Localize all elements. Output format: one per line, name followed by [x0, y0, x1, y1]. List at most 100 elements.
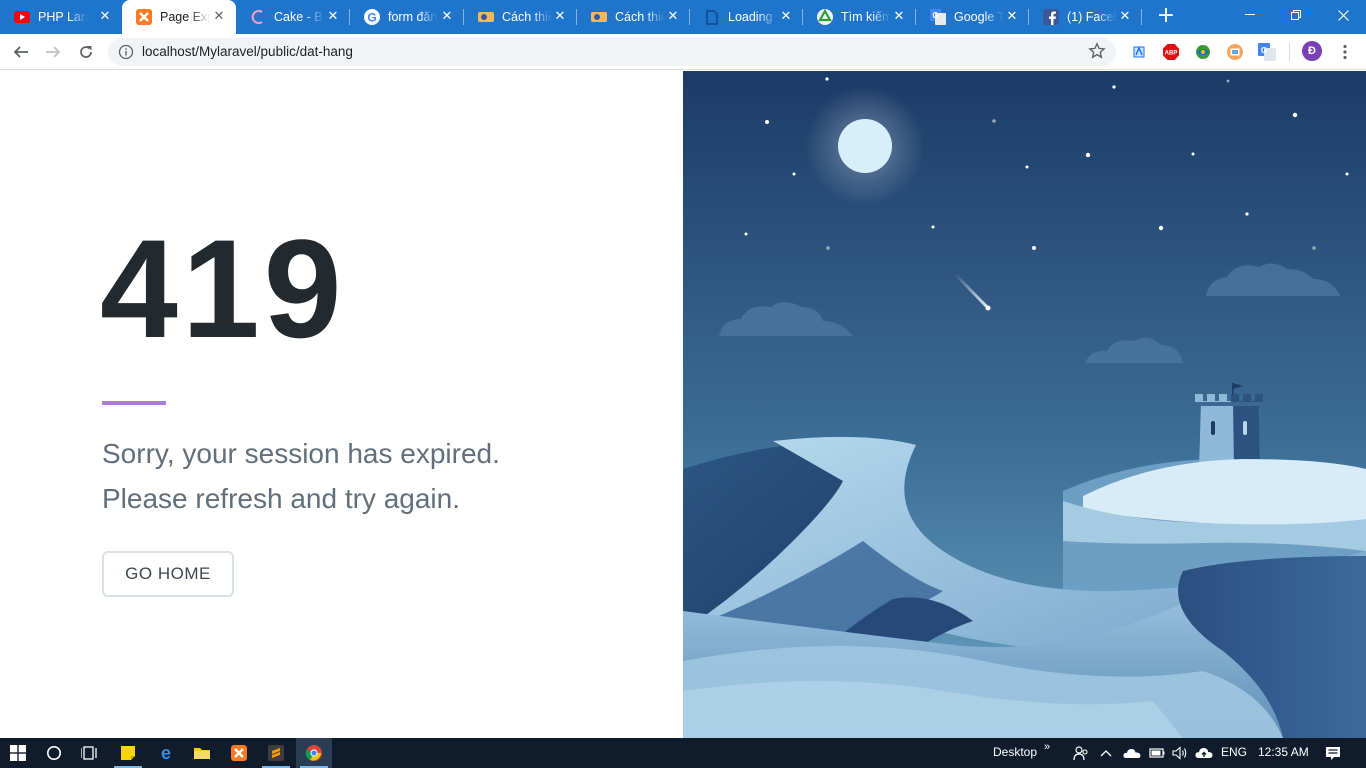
- svg-text:G: G: [932, 11, 938, 20]
- site-favicon-icon: [478, 9, 494, 25]
- tab-title: Loading ...: [728, 10, 778, 24]
- close-tab-icon[interactable]: ✕: [1118, 9, 1132, 23]
- tab-title: PHP Laravel: [38, 10, 88, 24]
- night-desert-illustration: [683, 71, 1366, 738]
- facebook-icon: [1043, 9, 1059, 25]
- task-view-button[interactable]: [72, 738, 108, 768]
- sticky-notes-icon: [121, 746, 135, 760]
- tab-cach-thiet-ke-1[interactable]: Cách thiết kế ✕: [464, 0, 577, 34]
- tab-google-translate[interactable]: G Google Translate ✕: [916, 0, 1029, 34]
- tab-loading[interactable]: Loading ... ✕: [690, 0, 803, 34]
- back-button[interactable]: [9, 40, 33, 64]
- new-tab-button[interactable]: +: [1156, 5, 1176, 27]
- double-chevron-icon[interactable]: »: [1044, 741, 1050, 753]
- forward-button[interactable]: [41, 40, 65, 64]
- tab-title: Google Translate: [954, 10, 1004, 24]
- extension-icon[interactable]: [1130, 43, 1148, 61]
- close-tab-icon[interactable]: ✕: [553, 9, 567, 23]
- url-text[interactable]: localhost/Mylaravel/public/dat-hang: [142, 44, 353, 59]
- tab-page-expired[interactable]: Page Expired ✕: [122, 0, 236, 34]
- close-tab-icon[interactable]: ✕: [326, 9, 340, 23]
- svg-text:G: G: [367, 11, 376, 25]
- arrow-right-icon: [46, 46, 61, 58]
- xampp-icon: [136, 9, 152, 25]
- search-button[interactable]: [36, 738, 72, 768]
- google-translate-extension-icon[interactable]: G: [1258, 43, 1276, 61]
- close-tab-icon[interactable]: ✕: [98, 9, 112, 23]
- tab-title: Tìm kiếm: [841, 10, 891, 24]
- action-center-button[interactable]: [1318, 738, 1348, 768]
- restore-button[interactable]: [1273, 0, 1319, 30]
- error-panel: 419 Sorry, your session has expired. Ple…: [0, 71, 683, 738]
- error-message-line-2: Please refresh and try again.: [102, 483, 460, 514]
- windows-logo-icon: [10, 745, 26, 761]
- xampp-icon: [231, 745, 247, 761]
- tab-separator: [1141, 9, 1142, 25]
- adblock-plus-icon[interactable]: ABP: [1162, 43, 1180, 61]
- reload-button[interactable]: [74, 40, 98, 64]
- google-icon: G: [364, 9, 380, 25]
- accent-divider: [102, 401, 166, 405]
- close-tab-icon[interactable]: ✕: [1005, 9, 1019, 23]
- restore-icon: [1291, 10, 1301, 20]
- page-icon: [704, 9, 720, 25]
- language-indicator[interactable]: ENG: [1221, 745, 1247, 759]
- close-tab-icon[interactable]: ✕: [212, 9, 226, 23]
- xampp-app[interactable]: [221, 738, 257, 768]
- svg-text:G: G: [1261, 46, 1267, 55]
- close-tab-icon[interactable]: ✕: [892, 9, 906, 23]
- task-view-icon: [81, 746, 97, 760]
- minimize-button[interactable]: [1227, 0, 1273, 30]
- error-message: Sorry, your session has expired. Please …: [102, 431, 622, 521]
- cloud-sync-tray-icon[interactable]: [1190, 738, 1218, 768]
- tab-cake-bakery[interactable]: Cake - Bakery ✕: [236, 0, 350, 34]
- menu-kebab-icon[interactable]: [1336, 43, 1354, 61]
- tab-cach-thiet-ke-2[interactable]: Cách thiết kế ✕: [577, 0, 690, 34]
- tab-php-laravel[interactable]: PHP Laravel ✕: [0, 0, 122, 34]
- sticky-notes-app[interactable]: [110, 738, 146, 768]
- tab-title: Cake - Bakery: [274, 10, 324, 24]
- close-icon: [1337, 9, 1349, 21]
- profile-avatar[interactable]: Đ: [1302, 41, 1322, 61]
- screenshot-extension-icon[interactable]: [1226, 43, 1244, 61]
- sublime-text-app[interactable]: [258, 738, 294, 768]
- tab-form-dang-ky[interactable]: G form đăng ký ✕: [350, 0, 464, 34]
- bookmark-star-icon: [1088, 42, 1106, 59]
- info-icon: [118, 44, 134, 60]
- battery-plug-icon: [1149, 748, 1165, 758]
- close-window-button[interactable]: [1320, 0, 1366, 30]
- close-tab-icon[interactable]: ✕: [440, 9, 454, 23]
- cloud-icon: [1123, 749, 1141, 758]
- start-button[interactable]: [0, 738, 36, 768]
- cloud-upload-icon: [1195, 748, 1213, 758]
- chrome-app[interactable]: [296, 738, 332, 768]
- page-content: 419 Sorry, your session has expired. Ple…: [0, 71, 1366, 738]
- notification-icon: [1326, 747, 1340, 760]
- cake-c-icon: [250, 9, 266, 25]
- youtube-icon: [14, 9, 30, 25]
- clock[interactable]: 12:35 AM: [1258, 745, 1309, 759]
- tab-title: Cách thiết kế: [615, 10, 665, 24]
- speaker-icon: [1172, 746, 1187, 760]
- tab-facebook[interactable]: (1) Facebook ✕: [1029, 0, 1142, 34]
- error-code: 419: [100, 210, 346, 367]
- arrow-left-icon: [13, 46, 28, 58]
- cortana-circle-icon: [47, 746, 61, 760]
- desktop-toolbar-label[interactable]: Desktop: [993, 745, 1037, 759]
- tab-tim-kiem[interactable]: Tìm kiếm ✕: [803, 0, 916, 34]
- address-bar[interactable]: localhost/Mylaravel/public/dat-hang: [108, 38, 1116, 66]
- chrome-icon: [305, 745, 322, 761]
- show-hidden-icons-button[interactable]: [1092, 738, 1120, 768]
- error-message-line-1: Sorry, your session has expired.: [102, 438, 500, 469]
- site-favicon-icon: [591, 9, 607, 25]
- tab-strip: PHP Laravel ✕ Page Expired ✕ Cake - Bake…: [0, 0, 1366, 34]
- globe-extension-icon[interactable]: [1194, 43, 1212, 61]
- file-explorer-app[interactable]: [184, 738, 220, 768]
- close-tab-icon[interactable]: ✕: [779, 9, 793, 23]
- google-translate-icon: G: [930, 9, 946, 25]
- tab-title: form đăng ký: [388, 10, 438, 24]
- close-tab-icon[interactable]: ✕: [666, 9, 680, 23]
- windows-taskbar: e Desktop » ENG 12:35 AM: [0, 738, 1366, 768]
- go-home-button[interactable]: GO HOME: [102, 551, 234, 597]
- edge-app[interactable]: e: [148, 738, 184, 768]
